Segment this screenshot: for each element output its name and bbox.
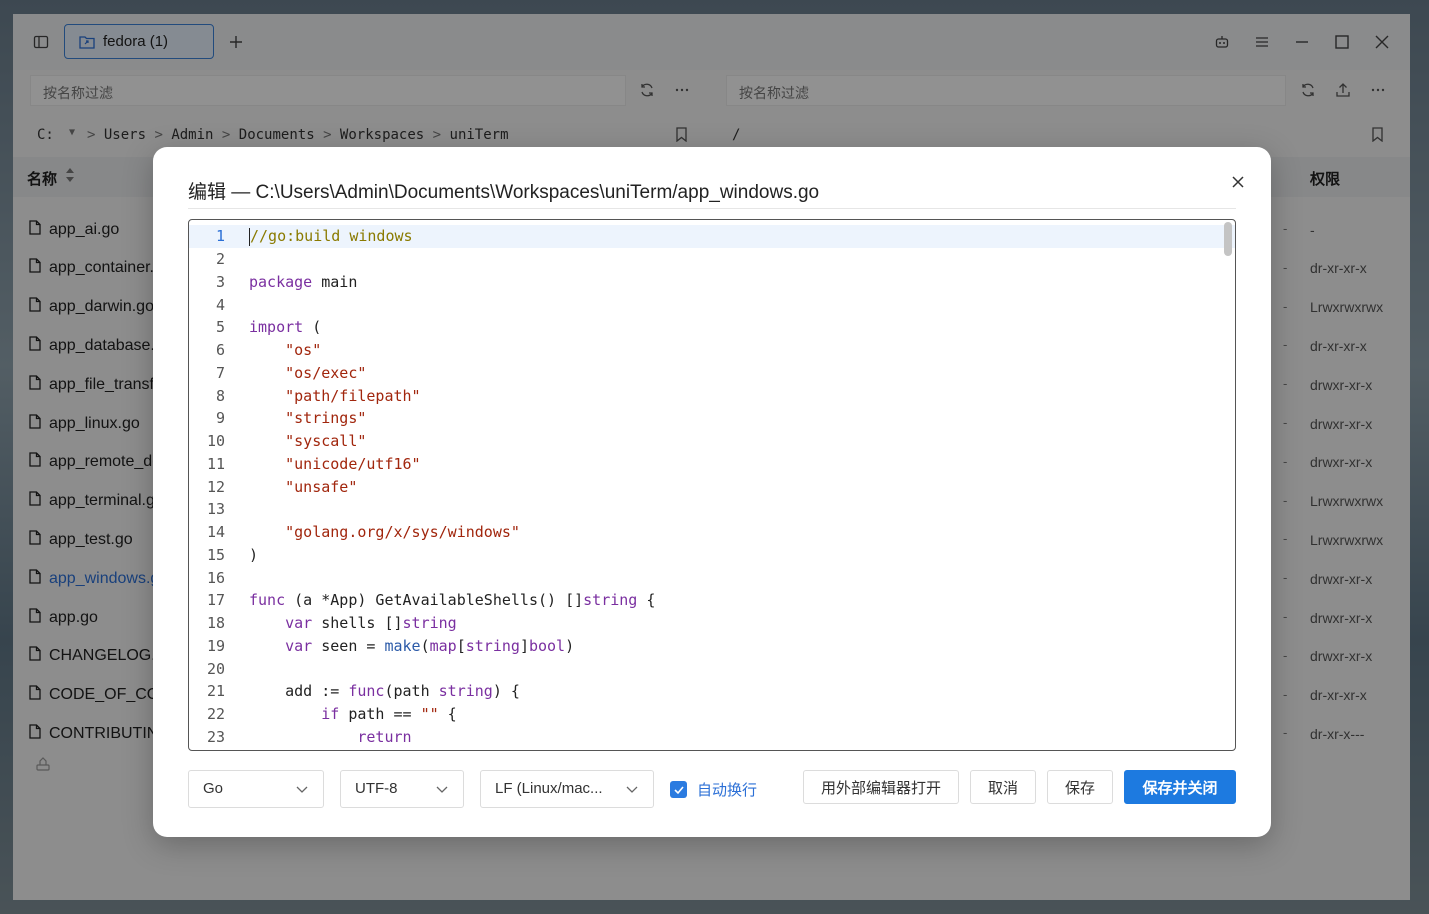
- code-editor[interactable]: 1//go:build windows 2 3 package main 4 5 impor…: [188, 219, 1236, 751]
- code-line[interactable]: 14 "golang.org/x/sys/windows": [189, 521, 1235, 544]
- code-line[interactable]: 15): [189, 544, 1235, 567]
- save-and-close-button[interactable]: 保存并关闭: [1124, 770, 1236, 804]
- code-line[interactable]: 21 add := func(path string) {: [189, 680, 1235, 703]
- code-text: "os": [285, 341, 322, 360]
- code-line[interactable]: 3 package main: [189, 271, 1235, 294]
- code-text: ): [249, 545, 259, 564]
- word-wrap-label: 自动换行: [697, 782, 758, 799]
- code-line[interactable]: 23 return: [189, 726, 1235, 749]
- code-line[interactable]: 2: [189, 248, 1235, 271]
- code-line[interactable]: 4: [189, 293, 1235, 316]
- line-number: 13: [206, 500, 225, 519]
- code-line[interactable]: 10 "syscall": [189, 430, 1235, 453]
- code-text: "unicode/utf16": [285, 454, 421, 473]
- code-text: add := func(path string) {: [249, 682, 520, 701]
- chevron-down-icon: [296, 786, 308, 793]
- encoding-select[interactable]: UTF-8: [340, 770, 464, 808]
- code-text: "strings": [285, 409, 367, 428]
- close-icon[interactable]: [1227, 171, 1249, 193]
- line-number: 1: [215, 227, 225, 246]
- line-number: 22: [206, 705, 225, 724]
- cancel-button[interactable]: 取消: [970, 770, 1036, 804]
- dialog-title: 编辑 — C:\Users\Admin\Documents\Workspaces…: [188, 182, 820, 203]
- line-number: 16: [206, 568, 225, 587]
- code-line[interactable]: 8 "path/filepath": [189, 384, 1235, 407]
- editor-scrollbar[interactable]: [1224, 222, 1232, 256]
- language-value: Go: [203, 780, 224, 797]
- code-text: "path/filepath": [285, 386, 421, 405]
- code-line[interactable]: 20: [189, 657, 1235, 680]
- language-select[interactable]: Go: [188, 770, 324, 808]
- code-text: var seen = make(map[string]bool): [285, 636, 575, 655]
- save-button[interactable]: 保存: [1047, 770, 1113, 804]
- line-number: 6: [215, 341, 225, 360]
- line-number: 8: [215, 386, 225, 405]
- line-number: 20: [206, 659, 225, 678]
- code-line[interactable]: 1 //go:build windows: [189, 225, 1235, 248]
- code-text: "unsafe": [285, 477, 358, 496]
- line-number: 3: [215, 272, 225, 291]
- chevron-down-icon: [436, 786, 448, 793]
- dialog-footer: Go UTF-8 LF (Linux/mac... 自动换行 用外部编辑器打开 …: [188, 770, 1236, 808]
- open-external-button[interactable]: 用外部编辑器打开: [803, 770, 959, 804]
- code-text: "golang.org/x/sys/windows": [285, 523, 520, 542]
- line-number: 18: [206, 614, 225, 633]
- line-number: 4: [215, 295, 225, 314]
- code-text: if path == "" {: [321, 705, 457, 724]
- code-line[interactable]: 7 "os/exec": [189, 362, 1235, 385]
- line-number: 17: [206, 591, 225, 610]
- edit-dialog: 编辑 — C:\Users\Admin\Documents\Workspaces…: [153, 147, 1271, 837]
- code-line[interactable]: 11 "unicode/utf16": [189, 453, 1235, 476]
- dialog-divider: [188, 208, 1236, 209]
- code-line[interactable]: 13: [189, 498, 1235, 521]
- line-number: 5: [215, 318, 225, 337]
- line-number: 19: [206, 636, 225, 655]
- line-number: 15: [206, 545, 225, 564]
- code-line[interactable]: 5 import (: [189, 316, 1235, 339]
- code-line[interactable]: 12 "unsafe": [189, 475, 1235, 498]
- line-number: 11: [206, 454, 225, 473]
- line-number: 2: [215, 250, 225, 269]
- code-text: "os/exec": [285, 363, 367, 382]
- line-number: 23: [206, 727, 225, 746]
- code-line[interactable]: 6 "os": [189, 339, 1235, 362]
- line-number: 9: [215, 409, 225, 428]
- code-text: //go:build windows: [249, 227, 413, 246]
- code-line[interactable]: 17 func (a *App) GetAvailableShells() []s…: [189, 589, 1235, 612]
- checkmark-icon[interactable]: [670, 781, 687, 798]
- code-text: import (: [249, 318, 322, 337]
- line-number: 21: [206, 682, 225, 701]
- line-ending-value: LF (Linux/mac...: [495, 780, 603, 797]
- code-text: "syscall": [285, 432, 367, 451]
- code-text: func (a *App) GetAvailableShells() []str…: [249, 591, 656, 610]
- line-number: 7: [215, 363, 225, 382]
- code-line[interactable]: 18 var shells []string: [189, 612, 1235, 635]
- line-number: 12: [206, 477, 225, 496]
- code-text: var shells []string: [285, 614, 457, 633]
- word-wrap-toggle[interactable]: 自动换行: [670, 779, 757, 800]
- code-line[interactable]: 22 if path == "" {: [189, 703, 1235, 726]
- code-line[interactable]: 19 var seen = make(map[string]bool): [189, 635, 1235, 658]
- code-line[interactable]: 9 "strings": [189, 407, 1235, 430]
- code-line[interactable]: 16: [189, 566, 1235, 589]
- line-ending-select[interactable]: LF (Linux/mac...: [480, 770, 654, 808]
- encoding-value: UTF-8: [355, 780, 398, 797]
- chevron-down-icon: [626, 786, 638, 793]
- code-text: package main: [249, 272, 358, 291]
- line-number: 14: [206, 523, 225, 542]
- line-number: 10: [206, 432, 225, 451]
- code-text: return: [357, 727, 412, 746]
